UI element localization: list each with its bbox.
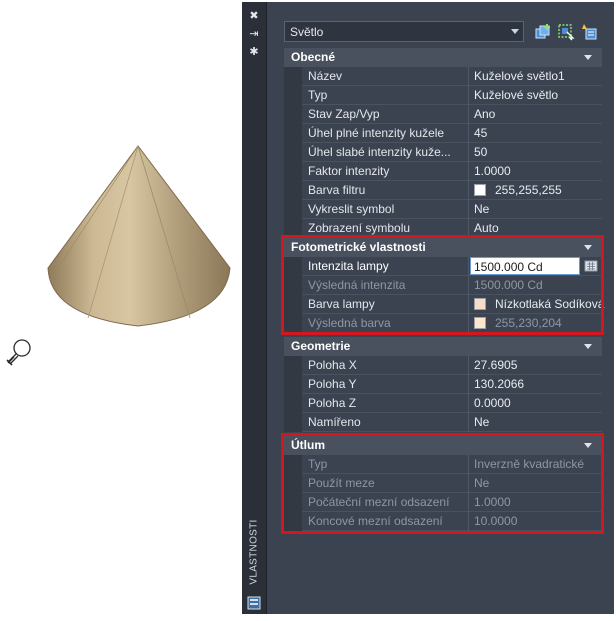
lamp-intensity-input[interactable]: 1500.000 Cd [470, 257, 580, 275]
properties-panel: Světlo Obecné Název Kuželové světlo1 Typ K… [267, 2, 614, 614]
palette-title-strip[interactable]: ✖ ⇥ ✱ VLASTNOSTI [242, 2, 267, 614]
close-palette-icon[interactable]: ✖ [246, 9, 262, 23]
property-row-attenuation-type[interactable]: Typ Inverzně kvadratické [284, 455, 602, 474]
section-header-photometric[interactable]: Fotometrické vlastnosti [284, 238, 602, 257]
chevron-down-icon [511, 29, 519, 34]
property-row-filter-color[interactable]: Barva filtru 255,255,255 [284, 181, 602, 200]
property-row-targeted[interactable]: Namířeno Ne [284, 413, 602, 432]
property-row-on-off[interactable]: Stav Zap/Vyp Ano [284, 105, 602, 124]
property-row-falloff-angle[interactable]: Úhel slabé intenzity kuže... 50 [284, 143, 602, 162]
chevron-down-icon[interactable] [584, 443, 592, 448]
section-header-general[interactable]: Obecné [284, 48, 602, 67]
chevron-down-icon[interactable] [584, 344, 592, 349]
property-row-start-limit-offset[interactable]: Počáteční mezní odsazení 1.0000 [284, 493, 602, 512]
select-objects-icon[interactable] [557, 23, 575, 41]
chevron-down-icon[interactable] [584, 245, 592, 250]
chevron-down-icon[interactable] [584, 55, 592, 60]
property-row-position-z[interactable]: Poloha Z 0.0000 [284, 394, 602, 413]
property-row-lamp-intensity[interactable]: Intenzita lampy 1500.000 Cd [284, 257, 602, 276]
properties-menu-icon[interactable]: ✱ [246, 45, 262, 59]
color-swatch [474, 317, 486, 329]
light-glyph-icon[interactable] [2, 336, 34, 370]
drawing-viewport[interactable] [0, 0, 242, 621]
object-type-dropdown[interactable]: Světlo [284, 21, 524, 42]
property-row-intensity-factor[interactable]: Faktor intenzity 1.0000 [284, 162, 602, 181]
property-row-type[interactable]: Typ Kuželové světlo [284, 86, 602, 105]
property-row-lamp-color[interactable]: Barva lampy Nízkotlaká Sodíková [284, 295, 604, 314]
palette-title: VLASTNOSTI [248, 519, 260, 585]
cone-3d-object[interactable] [40, 140, 234, 330]
color-swatch [474, 298, 486, 310]
property-row-resulting-intensity[interactable]: Výsledná intenzita 1500.000 Cd [284, 276, 602, 295]
property-row-name[interactable]: Název Kuželové světlo1 [284, 67, 602, 86]
property-row-plot-glyph[interactable]: Vykreslit symbol Ne [284, 200, 602, 219]
section-header-attenuation[interactable]: Útlum [284, 436, 602, 455]
property-row-resulting-color[interactable]: Výsledná barva 255,230,204 [284, 314, 602, 333]
toggle-pickadd-icon[interactable] [534, 23, 552, 41]
quick-select-icon[interactable] [580, 23, 598, 41]
color-swatch [474, 184, 486, 196]
property-row-glyph-display[interactable]: Zobrazení symbolu Auto [284, 219, 602, 238]
section-header-geometry[interactable]: Geometrie [284, 337, 602, 356]
autohide-icon[interactable]: ⇥ [246, 27, 262, 41]
property-row-end-limit-offset[interactable]: Koncové mezní odsazení 10.0000 [284, 512, 602, 531]
properties-palette-icon[interactable] [247, 596, 261, 610]
property-row-position-x[interactable]: Poloha X 27.6905 [284, 356, 602, 375]
calculator-icon[interactable] [584, 259, 598, 273]
property-row-position-y[interactable]: Poloha Y 130.2066 [284, 375, 602, 394]
property-row-use-limits[interactable]: Použít meze Ne [284, 474, 602, 493]
property-row-hotspot-angle[interactable]: Úhel plné intenzity kužele 45 [284, 124, 602, 143]
object-type-value: Světlo [290, 25, 324, 39]
